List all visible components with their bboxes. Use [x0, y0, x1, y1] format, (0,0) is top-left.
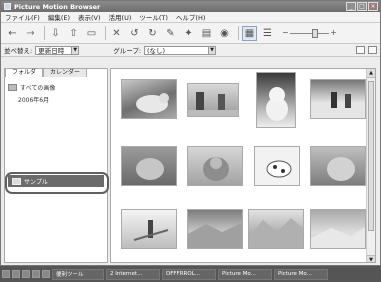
minimize-button[interactable]: _: [346, 2, 356, 11]
menu-edit[interactable]: 編集(E): [48, 12, 70, 22]
import-icon[interactable]: ⇩: [48, 26, 63, 41]
back-icon[interactable]: ←: [5, 26, 20, 41]
zoom-out-icon[interactable]: −: [282, 28, 289, 37]
group-select[interactable]: (なし) ▼: [144, 45, 217, 55]
app-icon: [4, 3, 11, 10]
close-button[interactable]: ×: [368, 2, 378, 11]
thumbnail[interactable]: [121, 79, 177, 119]
taskbar-item[interactable]: 2 Internet...: [106, 268, 160, 280]
taskbar-item[interactable]: DFFFRROL...: [162, 268, 216, 280]
zoom-slider-thumb[interactable]: [312, 29, 318, 38]
album-icon[interactable]: ▤: [199, 26, 214, 41]
quicklaunch-icon[interactable]: [12, 270, 20, 278]
folder-icon: [12, 177, 21, 185]
thumbnail[interactable]: [121, 209, 177, 249]
vertical-scrollbar[interactable]: ▲ ▼: [366, 69, 375, 262]
tree-item-month[interactable]: 2006年6月: [8, 93, 105, 105]
chevron-down-icon[interactable]: ▼: [208, 46, 216, 54]
thumbnail[interactable]: [310, 146, 366, 186]
group-value: (なし): [147, 47, 166, 55]
title-bar: Picture Motion Browser _ □ ×: [1, 1, 380, 12]
window-title: Picture Motion Browser: [14, 2, 101, 11]
taskbar-item[interactable]: 便利ツール: [52, 268, 104, 280]
compare-view-icon[interactable]: [368, 46, 377, 54]
export-icon[interactable]: ⇧: [66, 26, 81, 41]
toolbar: ← → ⇩ ⇧ ▭ ✕ ↺ ↻ ✎ ✦ ▤ ◉ ▦ ☰ − +: [1, 23, 380, 44]
thumbnail[interactable]: [254, 146, 300, 186]
print-icon[interactable]: ▭: [84, 26, 99, 41]
zoom-slider[interactable]: − +: [282, 26, 337, 40]
thumbnail[interactable]: [256, 72, 296, 128]
taskbar: 便利ツール 2 Internet... DFFFRROL... Picture …: [0, 266, 381, 282]
single-view-icon[interactable]: [356, 46, 365, 54]
quicklaunch-icon[interactable]: [42, 270, 50, 278]
menu-bar: ファイル(F) 編集(E) 表示(V) 活用(U) ツール(T) ヘルプ(H): [1, 12, 380, 23]
delete-icon[interactable]: ✕: [109, 26, 124, 41]
scroll-down-icon[interactable]: ▼: [367, 255, 375, 262]
forward-icon[interactable]: →: [23, 26, 38, 41]
thumbnail[interactable]: [310, 79, 366, 119]
tree-item-all-images[interactable]: すべての画像: [8, 81, 105, 93]
menu-tools[interactable]: ツール(T): [139, 12, 168, 22]
thumbnail[interactable]: [187, 146, 243, 186]
scroll-up-icon[interactable]: ▲: [367, 69, 375, 78]
start-icon[interactable]: [2, 270, 10, 278]
folder-panel: フォルダ カレンダー すべての画像 2006年6月 サンプル: [4, 68, 109, 263]
filter-bar: 並べ替え: 更新日時 ▼ グループ: (なし) ▼: [1, 44, 380, 57]
scroll-thumb[interactable]: [368, 81, 374, 231]
tab-calendar[interactable]: カレンダー: [43, 68, 88, 77]
list-view-icon[interactable]: ☰: [260, 26, 275, 41]
taskbar-item[interactable]: Picture Mo...: [274, 268, 328, 280]
thumbnail[interactable]: [310, 209, 366, 249]
menu-use[interactable]: 活用(U): [109, 12, 132, 22]
edit-icon[interactable]: ✎: [163, 26, 178, 41]
menu-view[interactable]: 表示(V): [78, 12, 101, 22]
menu-file[interactable]: ファイル(F): [5, 12, 40, 22]
tree-item-sample[interactable]: サンプル: [8, 175, 104, 187]
sort-label: 並べ替え:: [4, 47, 33, 55]
menu-help[interactable]: ヘルプ(H): [176, 12, 205, 22]
thumbnail[interactable]: [121, 146, 177, 186]
disc-icon[interactable]: ◉: [217, 26, 232, 41]
group-label: グループ:: [113, 47, 142, 55]
tab-folder[interactable]: フォルダ: [5, 68, 44, 77]
chevron-down-icon[interactable]: ▼: [71, 46, 79, 54]
enhance-icon[interactable]: ✦: [181, 26, 196, 41]
grid-view-icon[interactable]: ▦: [242, 25, 257, 41]
sort-value: 更新日時: [38, 47, 65, 55]
thumbnail-grid: ▲ ▼: [110, 68, 376, 263]
thumbnail[interactable]: [187, 209, 243, 249]
zoom-in-icon[interactable]: +: [330, 28, 337, 37]
maximize-button[interactable]: □: [357, 2, 367, 11]
thumbnail[interactable]: [187, 83, 239, 117]
taskbar-item[interactable]: Picture Mo...: [218, 268, 272, 280]
sort-select[interactable]: 更新日時 ▼: [35, 45, 80, 55]
rotate-left-icon[interactable]: ↺: [127, 26, 142, 41]
quicklaunch-icon[interactable]: [32, 270, 40, 278]
quicklaunch-icon[interactable]: [22, 270, 30, 278]
images-icon: [8, 83, 17, 91]
thumbnail[interactable]: [248, 209, 304, 249]
rotate-right-icon[interactable]: ↻: [145, 26, 160, 41]
